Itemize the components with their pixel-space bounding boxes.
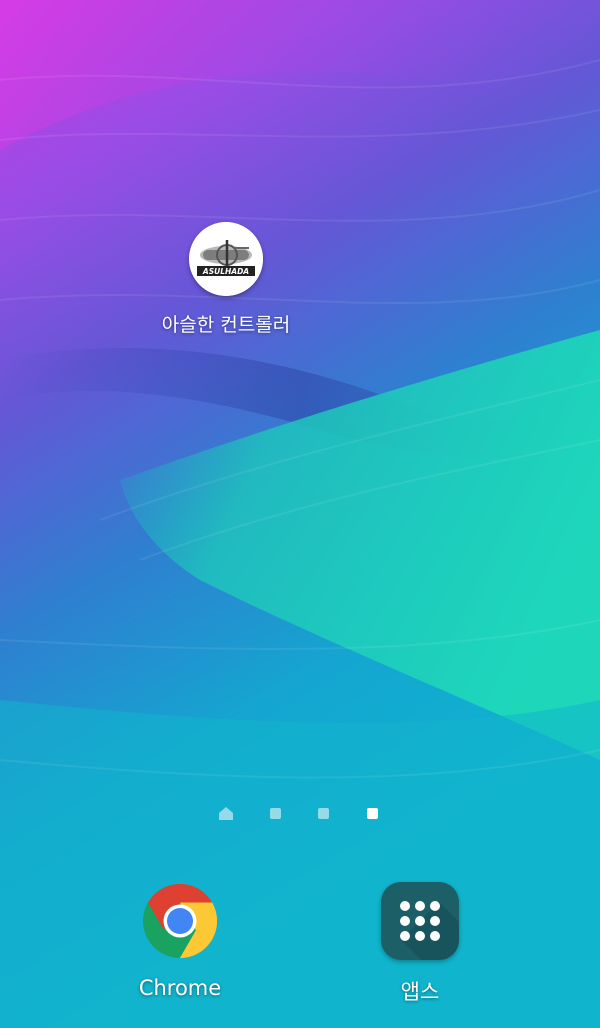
page-dot-2[interactable] bbox=[270, 808, 281, 819]
dock-apps-button[interactable]: 앱스 bbox=[360, 882, 480, 1006]
apps-label: 앱스 bbox=[400, 980, 440, 1004]
dock-chrome-app[interactable]: Chrome bbox=[120, 882, 240, 1000]
app-grid-icon bbox=[381, 882, 459, 960]
asulhada-logo-text: ASULHADA bbox=[202, 267, 249, 276]
asulhada-logo-icon: ASULHADA bbox=[189, 222, 263, 296]
app-label-controller: 아슬한 컨트롤러 bbox=[161, 314, 291, 336]
page-indicator bbox=[0, 806, 600, 822]
wallpaper bbox=[0, 0, 600, 1028]
page-dot-3[interactable] bbox=[318, 808, 329, 819]
home-page-indicator-icon[interactable] bbox=[219, 807, 233, 820]
app-shortcut-asulhada-controller[interactable]: ASULHADA 아슬한 컨트롤러 bbox=[140, 222, 312, 337]
chrome-label: Chrome bbox=[138, 976, 222, 1000]
chrome-icon bbox=[143, 884, 217, 958]
page-dot-4-active[interactable] bbox=[367, 808, 378, 819]
